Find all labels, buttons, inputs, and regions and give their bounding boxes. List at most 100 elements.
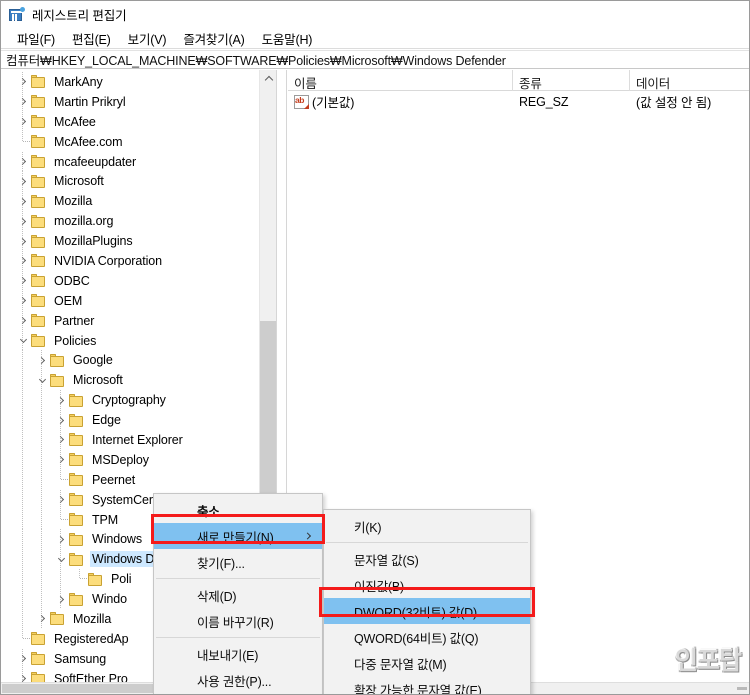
chevron-right-icon[interactable] — [15, 649, 31, 668]
tree-item-label: Cryptography — [92, 393, 166, 408]
chevron-right-icon[interactable] — [53, 450, 69, 469]
chevron-right-icon[interactable] — [15, 152, 31, 171]
tree-item-mozilla-org[interactable]: mozilla.org — [1, 211, 259, 232]
tree-item-label: Windo — [92, 592, 127, 607]
chevron-down-icon[interactable] — [15, 331, 31, 350]
tree-item-label: McAfee.com — [54, 134, 123, 149]
tree-guide-line — [60, 569, 61, 590]
chevron-right-icon[interactable] — [53, 430, 69, 449]
menu-item-3[interactable]: 찾기(F)... — [154, 549, 322, 575]
chevron-right-icon[interactable] — [53, 530, 69, 549]
tree-item-msdeploy[interactable]: MSDeploy — [1, 449, 259, 470]
tree-item-edge[interactable]: Edge — [1, 410, 259, 431]
tree-item-policies[interactable]: Policies — [1, 330, 259, 351]
folder-icon — [31, 75, 47, 89]
menu-view[interactable]: 보기(V) — [120, 27, 176, 50]
folder-icon — [31, 135, 47, 149]
menu-item-4[interactable]: 삭제(D) — [154, 582, 322, 608]
menu-item-3[interactable]: 이진값(B) — [324, 572, 530, 598]
menu-item-1[interactable]: 축소 — [154, 497, 322, 523]
tree-item-martin-prikryl[interactable]: Martin Prikryl — [1, 91, 259, 112]
tree-item-oem[interactable]: OEM — [1, 290, 259, 311]
chevron-right-icon[interactable] — [15, 112, 31, 131]
menu-item-7[interactable]: 사용 권한(P)... — [154, 667, 322, 693]
chevron-right-icon[interactable] — [34, 351, 50, 370]
tree-item-label: Edge — [92, 413, 121, 428]
chevron-right-icon[interactable] — [53, 590, 69, 609]
column-header-type[interactable]: 종류 — [513, 70, 630, 91]
menu-file[interactable]: 파일(F) — [9, 27, 64, 50]
menu-item-5[interactable]: QWORD(64비트) 값(Q) — [324, 624, 530, 650]
tree-item-label: RegisteredAp — [54, 631, 129, 646]
folder-icon — [31, 652, 47, 666]
chevron-right-icon[interactable] — [15, 172, 31, 191]
tree-item-mozillaplugins[interactable]: MozillaPlugins — [1, 231, 259, 252]
tree-scrollbar-thumb[interactable] — [260, 321, 276, 493]
menu-favorites[interactable]: 즐겨찾기(A) — [175, 27, 253, 50]
chevron-right-icon[interactable] — [53, 391, 69, 410]
chevron-down-icon[interactable] — [53, 550, 69, 569]
tree-item-google[interactable]: Google — [1, 350, 259, 371]
menu-help[interactable]: 도움말(H) — [254, 27, 322, 50]
tree-guide-line — [22, 390, 23, 411]
menu-item-5[interactable]: 이름 바꾸기(R) — [154, 608, 322, 634]
address-bar[interactable]: 컴퓨터₩HKEY_LOCAL_MACHINE₩SOFTWARE₩Policies… — [1, 50, 749, 69]
chevron-right-icon[interactable] — [15, 72, 31, 91]
tree-item-mcafee-com[interactable]: McAfee.com — [1, 131, 259, 152]
tree-item-label: mozilla.org — [54, 214, 114, 229]
menu-item-2[interactable]: 문자열 값(S) — [324, 546, 530, 572]
chevron-right-icon[interactable] — [15, 291, 31, 310]
tree-item-internet-explorer[interactable]: Internet Explorer — [1, 430, 259, 450]
tree-item-partner[interactable]: Partner — [1, 310, 259, 331]
menu-separator — [156, 578, 320, 579]
tree-guide-line — [41, 410, 42, 431]
folder-icon — [31, 234, 47, 248]
chevron-down-icon[interactable] — [34, 371, 50, 390]
folder-icon — [31, 632, 47, 646]
menu-item-2[interactable]: 새로 만들기(N) — [154, 523, 322, 549]
folder-icon — [69, 532, 85, 546]
tree-item-mcafee[interactable]: McAfee — [1, 111, 259, 132]
chevron-right-icon[interactable] — [15, 271, 31, 290]
menu-item-label: 사용 권한(P)... — [197, 674, 272, 689]
tree-item-odbc[interactable]: ODBC — [1, 270, 259, 291]
table-row[interactable]: ab (기본값) REG_SZ (값 설정 안 됨) — [288, 91, 749, 112]
menu-item-6[interactable]: 내보내기(E) — [154, 641, 322, 667]
chevron-right-icon[interactable] — [15, 192, 31, 211]
menu-item-4[interactable]: DWORD(32비트) 값(D) — [324, 598, 530, 624]
chevron-right-icon[interactable] — [53, 490, 69, 509]
folder-icon — [31, 294, 47, 308]
tree-item-mcafeeupdater[interactable]: mcafeeupdater — [1, 151, 259, 172]
tree-item-nvidia-corporation[interactable]: NVIDIA Corporation — [1, 251, 259, 271]
chevron-right-icon — [303, 532, 312, 540]
folder-icon — [69, 413, 85, 427]
folder-icon — [69, 393, 85, 407]
scroll-up-arrow-icon[interactable] — [260, 70, 276, 87]
chevron-right-icon[interactable] — [34, 609, 50, 628]
menu-edit[interactable]: 편집(E) — [64, 27, 120, 50]
tree-guide-line — [41, 529, 42, 550]
chevron-right-icon[interactable] — [15, 232, 31, 251]
tree-item-cryptography[interactable]: Cryptography — [1, 390, 259, 411]
chevron-right-icon[interactable] — [15, 311, 31, 330]
column-header-data[interactable]: 데이터 — [630, 70, 749, 91]
tree-item-microsoft[interactable]: Microsoft — [1, 370, 259, 391]
tree-item-label: Mozilla — [54, 194, 93, 209]
tree-item-mozilla[interactable]: Mozilla — [1, 191, 259, 212]
tree-item-markany[interactable]: MarkAny — [1, 72, 259, 92]
menu-item-1[interactable]: 키(K) — [324, 513, 530, 539]
registry-path: 컴퓨터₩HKEY_LOCAL_MACHINE₩SOFTWARE₩Policies… — [6, 54, 506, 68]
chevron-right-icon[interactable] — [15, 92, 31, 111]
menu-item-6[interactable]: 다중 문자열 값(M) — [324, 650, 530, 676]
tree-guide-line — [41, 390, 42, 411]
chevron-right-icon[interactable] — [53, 411, 69, 430]
column-header-name[interactable]: 이름 — [288, 70, 513, 91]
chevron-right-icon[interactable] — [15, 212, 31, 231]
tree-item-peernet[interactable]: Peernet — [1, 469, 259, 490]
menu-separator — [326, 542, 528, 543]
menu-item-7[interactable]: 확장 가능한 문자열 값(E) — [324, 676, 530, 695]
folder-icon — [31, 214, 47, 228]
chevron-right-icon[interactable] — [15, 251, 31, 270]
tree-item-microsoft[interactable]: Microsoft — [1, 171, 259, 192]
